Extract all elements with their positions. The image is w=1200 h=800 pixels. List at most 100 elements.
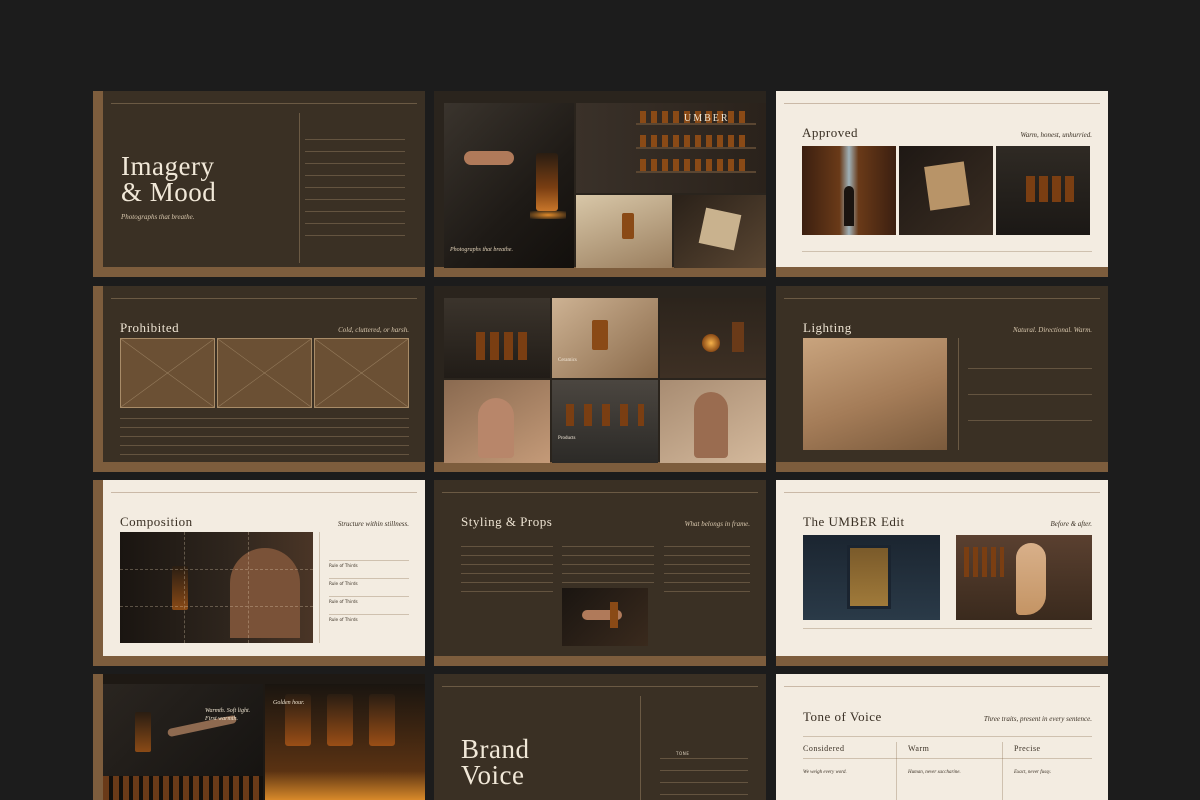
- mood-line1: Warmth. Soft light.: [205, 708, 251, 714]
- accent-bar: [93, 674, 103, 800]
- column-divider: [1002, 742, 1003, 800]
- label-ceramics: Ceramics: [558, 358, 577, 363]
- vertical-divider: [640, 696, 641, 800]
- slide-lighting[interactable]: Lighting Natural. Directional. Warm.: [776, 286, 1108, 472]
- photo-dropper: [576, 195, 672, 268]
- photo-bottles-shelf: [996, 146, 1090, 235]
- accent-bar: [434, 267, 766, 277]
- photo-products: [552, 380, 658, 463]
- photo-neck-bottle: [120, 532, 313, 643]
- slide-title-line2: Voice: [461, 760, 525, 790]
- slide-title: Tone of Voice: [803, 709, 882, 724]
- photo-model: [660, 380, 766, 463]
- header-rule: [111, 103, 417, 104]
- photo-shelf: [576, 103, 766, 193]
- header-rule: [111, 492, 417, 493]
- slide-tagline: Three traits, present in every sentence.: [983, 715, 1092, 723]
- trait-line: Exact, never fussy.: [1014, 770, 1052, 775]
- photo-back: [444, 380, 550, 463]
- accent-bar: [93, 267, 425, 277]
- trait-line: Human, never saccharine.: [908, 770, 961, 775]
- photo-before: [803, 535, 940, 620]
- photo-dropper-hand: [562, 588, 648, 646]
- moodboard-caption: Photographs that breathe.: [450, 247, 513, 253]
- accent-bar: [93, 286, 103, 472]
- placeholder-image: [120, 338, 215, 408]
- photo-hand-bottle: [444, 103, 574, 268]
- photo-hand-reach: [103, 684, 263, 800]
- header-rule: [784, 298, 1100, 299]
- slide-brand-voice[interactable]: Brand Voice TONE: [434, 674, 766, 800]
- lighting-gradient-swatch: [803, 338, 947, 450]
- rule-label: Rule of Thirds: [329, 563, 358, 568]
- rule-label: Rule of Thirds: [329, 581, 358, 586]
- table-of-contents: [305, 129, 405, 237]
- accent-bar: [93, 462, 425, 472]
- trait-heading: Precise: [1014, 744, 1041, 753]
- slide-subtitle: Photographs that breathe.: [121, 213, 195, 221]
- accent-bar: [434, 656, 766, 666]
- slide-moodboard[interactable]: Photographs that breathe. UMBER: [434, 91, 766, 277]
- placeholder-image: [217, 338, 312, 408]
- photo-unboxing: [899, 146, 993, 235]
- slide-tagline: Before & after.: [1050, 520, 1092, 528]
- photo-ceramics: [552, 298, 658, 378]
- photo-doorway: [802, 146, 896, 235]
- vertical-divider: [319, 532, 320, 643]
- slide-title: Approved: [802, 125, 858, 140]
- accent-bar: [93, 656, 425, 666]
- accent-bar: [93, 91, 103, 277]
- trait-line: We weigh every word.: [803, 770, 847, 775]
- slide-title-line2: & Mood: [121, 177, 217, 207]
- vertical-divider: [958, 338, 959, 450]
- slide-mood-warmth[interactable]: Warmth. Soft light. First warmth. Golden…: [93, 674, 425, 800]
- accent-bar: [776, 267, 1108, 277]
- rule-label: Rule of Thirds: [329, 617, 358, 622]
- slide-tone-of-voice[interactable]: Tone of Voice Three traits, present in e…: [776, 674, 1108, 800]
- slide-imagery-mood[interactable]: Imagery & Mood Photographs that breathe.: [93, 91, 425, 277]
- brand-wordmark: UMBER: [684, 113, 730, 124]
- accent-bar: [93, 480, 103, 666]
- slide-title: Lighting: [803, 320, 852, 335]
- slide-approved[interactable]: Approved Warm, honest, unhurried.: [776, 91, 1108, 277]
- vertical-divider: [299, 113, 300, 263]
- rule-label: Rule of Thirds: [329, 599, 358, 604]
- label-products: Products: [558, 436, 576, 441]
- slide-tagline: Cold, cluttered, or harsh.: [338, 326, 409, 334]
- slide-title: The UMBER Edit: [803, 514, 905, 529]
- slide-tagline: Warm, honest, unhurried.: [1020, 131, 1093, 139]
- accent-bar: [776, 656, 1108, 666]
- header-rule: [784, 103, 1100, 104]
- accent-bar: [434, 462, 766, 472]
- trait-heading: Warm: [908, 744, 930, 753]
- slide-tagline: Structure within stillness.: [337, 520, 409, 528]
- slide-collage[interactable]: Ceramics Products: [434, 286, 766, 472]
- slide-title: Prohibited: [120, 320, 180, 335]
- header-rule: [111, 298, 417, 299]
- styling-column: [461, 538, 553, 638]
- photo-bottles-ledge: [444, 298, 550, 378]
- header-rule: [442, 492, 758, 493]
- placeholder-image: [314, 338, 409, 408]
- slide-composition[interactable]: Composition Structure within stillness. …: [93, 480, 425, 666]
- photo-box: [674, 195, 766, 268]
- slide-title: Styling & Props: [461, 514, 553, 529]
- trait-heading: Considered: [803, 744, 845, 753]
- styling-column: [664, 538, 750, 638]
- slide-umber-edit[interactable]: The UMBER Edit Before & after.: [776, 480, 1108, 666]
- mood-line2: First warmth.: [205, 716, 239, 722]
- header-rule: [784, 492, 1100, 493]
- mood-line3: Golden hour.: [273, 700, 305, 706]
- slide-styling-props[interactable]: Styling & Props What belongs in frame.: [434, 480, 766, 666]
- slide-prohibited[interactable]: Prohibited Cold, cluttered, or harsh.: [93, 286, 425, 472]
- accent-bar: [776, 462, 1108, 472]
- photo-candle: [660, 298, 766, 378]
- slide-title: Composition: [120, 514, 193, 529]
- header-rule: [442, 686, 758, 687]
- column-divider: [896, 742, 897, 800]
- toc-item-tone: TONE: [676, 751, 690, 756]
- header-rule: [784, 686, 1100, 687]
- slide-tagline: What belongs in frame.: [684, 520, 750, 528]
- slide-tagline: Natural. Directional. Warm.: [1012, 326, 1092, 334]
- photo-after: [956, 535, 1092, 620]
